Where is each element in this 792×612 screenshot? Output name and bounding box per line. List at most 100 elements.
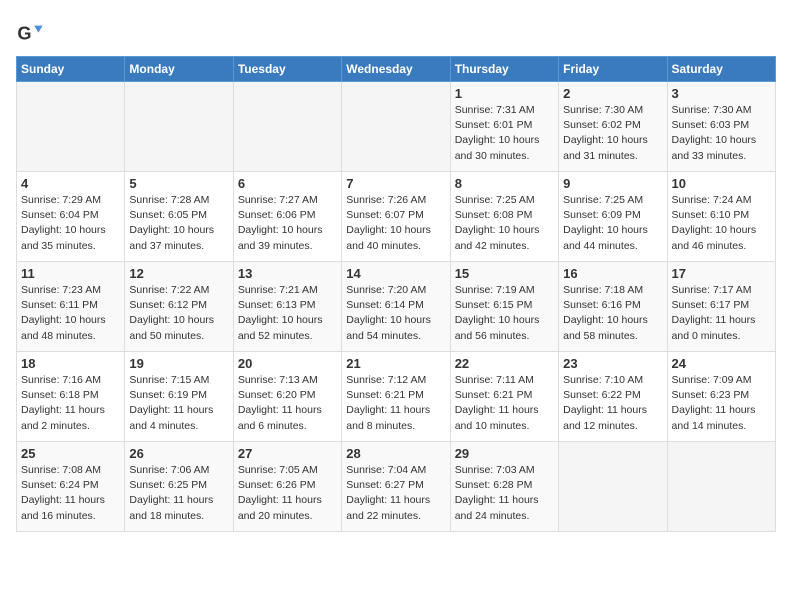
day-info: Sunrise: 7:18 AMSunset: 6:16 PMDaylight:…: [563, 283, 662, 344]
calendar-cell: 4 Sunrise: 7:29 AMSunset: 6:04 PMDaylight…: [17, 172, 125, 262]
calendar-header-row: SundayMondayTuesdayWednesdayThursdayFrid…: [17, 57, 776, 82]
calendar-cell: 22 Sunrise: 7:11 AMSunset: 6:21 PMDayligh…: [450, 352, 558, 442]
day-info: Sunrise: 7:03 AMSunset: 6:28 PMDaylight:…: [455, 463, 554, 524]
calendar-cell: 7 Sunrise: 7:26 AMSunset: 6:07 PMDaylight…: [342, 172, 450, 262]
day-info: Sunrise: 7:20 AMSunset: 6:14 PMDaylight:…: [346, 283, 445, 344]
calendar-cell: 25 Sunrise: 7:08 AMSunset: 6:24 PMDayligh…: [17, 442, 125, 532]
day-info: Sunrise: 7:06 AMSunset: 6:25 PMDaylight:…: [129, 463, 228, 524]
calendar-cell: 16 Sunrise: 7:18 AMSunset: 6:16 PMDayligh…: [559, 262, 667, 352]
day-number: 18: [21, 356, 120, 371]
day-number: 8: [455, 176, 554, 191]
calendar-body: 1 Sunrise: 7:31 AMSunset: 6:01 PMDaylight…: [17, 82, 776, 532]
calendar-cell: 3Sunrise: 7:30 AMSunset: 6:03 PMDaylight…: [667, 82, 775, 172]
day-info: Sunrise: 7:26 AMSunset: 6:07 PMDaylight:…: [346, 193, 445, 254]
calendar-cell: 5Sunrise: 7:28 AMSunset: 6:05 PMDaylight…: [125, 172, 233, 262]
day-info: Sunrise: 7:25 AMSunset: 6:08 PMDaylight:…: [455, 193, 554, 254]
calendar-cell: 18 Sunrise: 7:16 AMSunset: 6:18 PMDayligh…: [17, 352, 125, 442]
day-number: 10: [672, 176, 771, 191]
calendar-cell: 2 Sunrise: 7:30 AMSunset: 6:02 PMDaylight…: [559, 82, 667, 172]
day-info: Sunrise: 7:10 AMSunset: 6:22 PMDaylight:…: [563, 373, 662, 434]
day-info: Sunrise: 7:12 AMSunset: 6:21 PMDaylight:…: [346, 373, 445, 434]
day-number: 19: [129, 356, 228, 371]
day-info: Sunrise: 7:21 AMSunset: 6:13 PMDaylight:…: [238, 283, 337, 344]
calendar-cell: [17, 82, 125, 172]
day-number: 2: [563, 86, 662, 101]
day-info: Sunrise: 7:19 AMSunset: 6:15 PMDaylight:…: [455, 283, 554, 344]
day-info: Sunrise: 7:05 AMSunset: 6:26 PMDaylight:…: [238, 463, 337, 524]
calendar-week-3: 11 Sunrise: 7:23 AMSunset: 6:11 PMDayligh…: [17, 262, 776, 352]
day-number: 26: [129, 446, 228, 461]
day-number: 7: [346, 176, 445, 191]
day-info: Sunrise: 7:28 AMSunset: 6:05 PMDaylight:…: [129, 193, 228, 254]
calendar-week-4: 18 Sunrise: 7:16 AMSunset: 6:18 PMDayligh…: [17, 352, 776, 442]
calendar-cell: 23 Sunrise: 7:10 AMSunset: 6:22 PMDayligh…: [559, 352, 667, 442]
calendar-cell: 8 Sunrise: 7:25 AMSunset: 6:08 PMDaylight…: [450, 172, 558, 262]
calendar-cell: 24 Sunrise: 7:09 AMSunset: 6:23 PMDayligh…: [667, 352, 775, 442]
day-info: Sunrise: 7:30 AMSunset: 6:03 PMDaylight:…: [672, 103, 771, 164]
day-number: 24: [672, 356, 771, 371]
header-sunday: Sunday: [17, 57, 125, 82]
calendar-cell: 12 Sunrise: 7:22 AMSunset: 6:12 PMDayligh…: [125, 262, 233, 352]
calendar-cell: 28Sunrise: 7:04 AMSunset: 6:27 PMDayligh…: [342, 442, 450, 532]
calendar-cell: 10Sunrise: 7:24 AMSunset: 6:10 PMDayligh…: [667, 172, 775, 262]
day-number: 27: [238, 446, 337, 461]
calendar-cell: 17 Sunrise: 7:17 AMSunset: 6:17 PMDayligh…: [667, 262, 775, 352]
day-info: Sunrise: 7:27 AMSunset: 6:06 PMDaylight:…: [238, 193, 337, 254]
day-info: Sunrise: 7:13 AMSunset: 6:20 PMDaylight:…: [238, 373, 337, 434]
logo: G: [16, 20, 46, 48]
day-info: Sunrise: 7:30 AMSunset: 6:02 PMDaylight:…: [563, 103, 662, 164]
calendar-table: SundayMondayTuesdayWednesdayThursdayFrid…: [16, 56, 776, 532]
day-info: Sunrise: 7:11 AMSunset: 6:21 PMDaylight:…: [455, 373, 554, 434]
day-info: Sunrise: 7:29 AMSunset: 6:04 PMDaylight:…: [21, 193, 120, 254]
calendar-cell: 15 Sunrise: 7:19 AMSunset: 6:15 PMDayligh…: [450, 262, 558, 352]
day-number: 12: [129, 266, 228, 281]
day-number: 16: [563, 266, 662, 281]
logo-icon: G: [16, 20, 44, 48]
day-number: 23: [563, 356, 662, 371]
day-number: 25: [21, 446, 120, 461]
svg-text:G: G: [17, 24, 31, 44]
day-number: 4: [21, 176, 120, 191]
day-number: 15: [455, 266, 554, 281]
day-info: Sunrise: 7:31 AMSunset: 6:01 PMDaylight:…: [455, 103, 554, 164]
calendar-week-2: 4 Sunrise: 7:29 AMSunset: 6:04 PMDaylight…: [17, 172, 776, 262]
page-header: G: [16, 16, 776, 48]
calendar-cell: [342, 82, 450, 172]
day-number: 1: [455, 86, 554, 101]
calendar-cell: 14Sunrise: 7:20 AMSunset: 6:14 PMDayligh…: [342, 262, 450, 352]
calendar-cell: [667, 442, 775, 532]
day-info: Sunrise: 7:16 AMSunset: 6:18 PMDaylight:…: [21, 373, 120, 434]
calendar-cell: 6 Sunrise: 7:27 AMSunset: 6:06 PMDaylight…: [233, 172, 341, 262]
header-saturday: Saturday: [667, 57, 775, 82]
calendar-cell: [233, 82, 341, 172]
header-thursday: Thursday: [450, 57, 558, 82]
header-friday: Friday: [559, 57, 667, 82]
day-number: 9: [563, 176, 662, 191]
calendar-week-1: 1 Sunrise: 7:31 AMSunset: 6:01 PMDaylight…: [17, 82, 776, 172]
calendar-cell: 1 Sunrise: 7:31 AMSunset: 6:01 PMDaylight…: [450, 82, 558, 172]
day-info: Sunrise: 7:23 AMSunset: 6:11 PMDaylight:…: [21, 283, 120, 344]
day-info: Sunrise: 7:04 AMSunset: 6:27 PMDaylight:…: [346, 463, 445, 524]
day-info: Sunrise: 7:22 AMSunset: 6:12 PMDaylight:…: [129, 283, 228, 344]
calendar-cell: [125, 82, 233, 172]
calendar-cell: 19Sunrise: 7:15 AMSunset: 6:19 PMDayligh…: [125, 352, 233, 442]
day-number: 29: [455, 446, 554, 461]
calendar-cell: [559, 442, 667, 532]
calendar-cell: 13 Sunrise: 7:21 AMSunset: 6:13 PMDayligh…: [233, 262, 341, 352]
calendar-cell: 21 Sunrise: 7:12 AMSunset: 6:21 PMDayligh…: [342, 352, 450, 442]
day-number: 21: [346, 356, 445, 371]
calendar-cell: 20Sunrise: 7:13 AMSunset: 6:20 PMDayligh…: [233, 352, 341, 442]
day-number: 11: [21, 266, 120, 281]
calendar-week-5: 25 Sunrise: 7:08 AMSunset: 6:24 PMDayligh…: [17, 442, 776, 532]
day-info: Sunrise: 7:17 AMSunset: 6:17 PMDaylight:…: [672, 283, 771, 344]
calendar-cell: 29 Sunrise: 7:03 AMSunset: 6:28 PMDayligh…: [450, 442, 558, 532]
day-info: Sunrise: 7:09 AMSunset: 6:23 PMDaylight:…: [672, 373, 771, 434]
calendar-cell: 9 Sunrise: 7:25 AMSunset: 6:09 PMDaylight…: [559, 172, 667, 262]
day-info: Sunrise: 7:25 AMSunset: 6:09 PMDaylight:…: [563, 193, 662, 254]
day-number: 13: [238, 266, 337, 281]
day-number: 6: [238, 176, 337, 191]
day-info: Sunrise: 7:08 AMSunset: 6:24 PMDaylight:…: [21, 463, 120, 524]
day-number: 17: [672, 266, 771, 281]
calendar-cell: 27 Sunrise: 7:05 AMSunset: 6:26 PMDayligh…: [233, 442, 341, 532]
day-number: 22: [455, 356, 554, 371]
